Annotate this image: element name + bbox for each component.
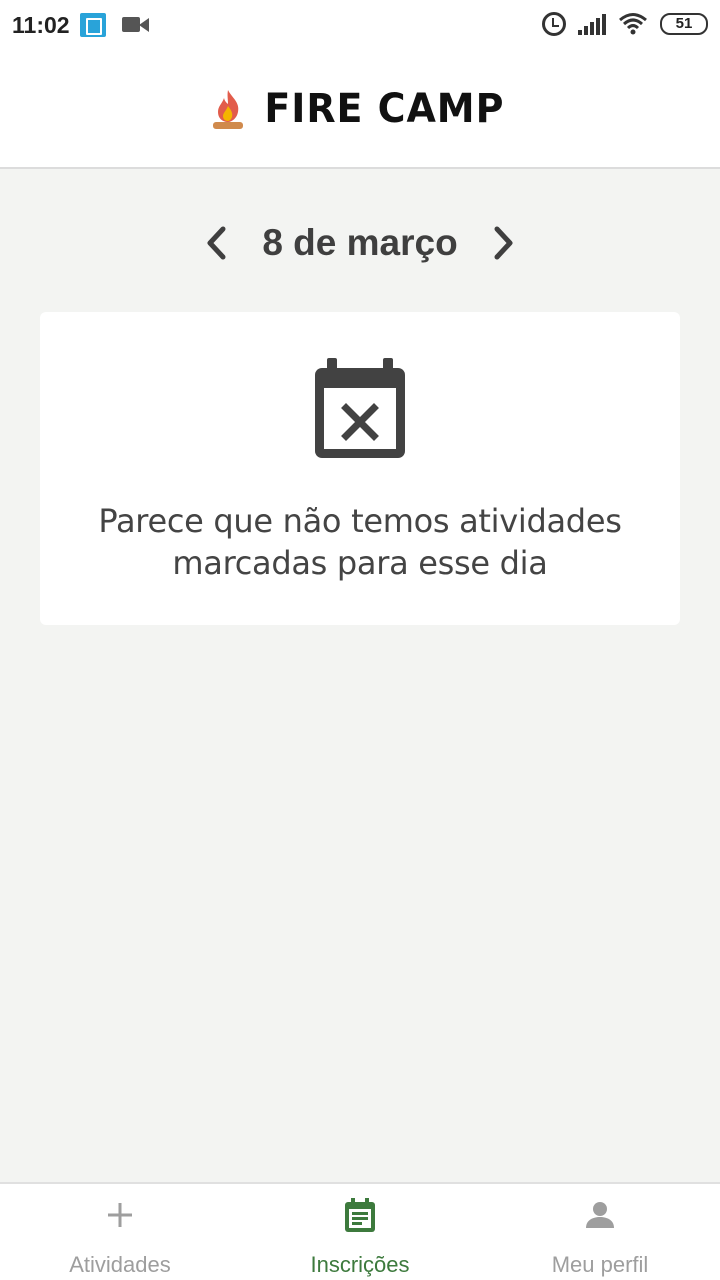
- status-bar: 11:02 51: [0, 0, 720, 52]
- previous-day-button[interactable]: [198, 223, 234, 263]
- bottom-navigation: Atividades Inscrições Meu perfil: [0, 1182, 720, 1280]
- tab-label: Inscrições: [310, 1252, 410, 1277]
- tab-label: Atividades: [69, 1252, 171, 1277]
- tab-atividades[interactable]: Atividades: [0, 1184, 240, 1280]
- status-time: 11:02: [12, 12, 70, 38]
- empty-state-card: Parece que não temos atividades marcadas…: [40, 312, 680, 625]
- date-navigation: 8 de março: [0, 210, 720, 276]
- sim-notification-icon: [80, 13, 106, 37]
- app-title: FIRE CAMP: [263, 85, 505, 132]
- empty-state-message: Parece que não temos atividades marcadas…: [98, 502, 622, 582]
- calendar-remove-icon: [315, 358, 405, 458]
- battery-indicator: 51: [660, 13, 708, 35]
- plus-icon: [108, 1203, 132, 1227]
- chevron-left-icon: [207, 226, 226, 260]
- status-system-icons: 51: [542, 12, 708, 36]
- app-header: FIRE CAMP: [0, 52, 720, 169]
- wifi-icon: [619, 13, 647, 35]
- alarm-icon: [542, 12, 566, 36]
- app-logo: FIRE CAMP: [210, 86, 511, 132]
- tab-label: Meu perfil: [551, 1252, 649, 1277]
- chevron-right-icon: [494, 226, 513, 260]
- person-icon: [586, 1202, 614, 1228]
- signal-icon: [578, 13, 606, 35]
- status-notification-icons: [80, 13, 150, 37]
- tab-inscricoes[interactable]: Inscrições: [240, 1184, 480, 1280]
- next-day-button[interactable]: [486, 223, 522, 263]
- tab-meu-perfil[interactable]: Meu perfil: [480, 1184, 720, 1280]
- campfire-icon: [212, 89, 243, 129]
- calendar-list-icon: [345, 1198, 375, 1232]
- video-camera-icon: [122, 13, 150, 35]
- current-date: 8 de março: [262, 222, 458, 263]
